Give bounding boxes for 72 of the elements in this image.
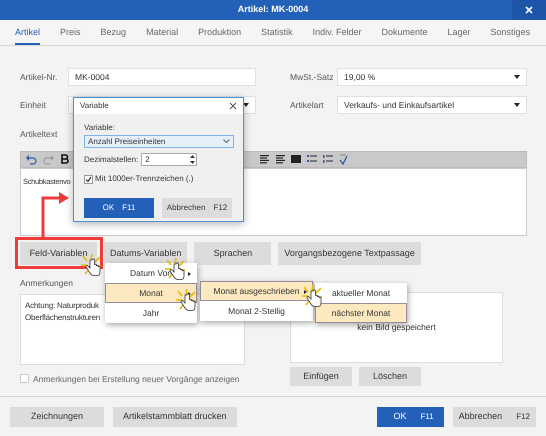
field-value: 19,00 % bbox=[344, 70, 376, 84]
variable-button[interactable]: Sprachen bbox=[194, 242, 272, 265]
shortcut-label: F12 bbox=[213, 203, 228, 212]
input-field[interactable]: MK-0004 bbox=[68, 68, 256, 86]
tab[interactable]: Material bbox=[146, 26, 178, 45]
field-value: Anzahl Preiseinheiten bbox=[88, 136, 166, 148]
field-value: Verkaufs- und Einkaufsartikel bbox=[344, 98, 456, 112]
field-label: MwSt.-Satz bbox=[290, 70, 334, 84]
tab[interactable]: Statistik bbox=[261, 26, 293, 45]
footer-button[interactable]: Zeichnungen bbox=[10, 406, 104, 426]
close-button[interactable] bbox=[512, 0, 546, 20]
dropdown-caret-icon[interactable] bbox=[514, 103, 520, 107]
undo-icon bbox=[25, 154, 37, 165]
annotation-arrow bbox=[39, 191, 71, 237]
field-label: Einheit bbox=[20, 98, 47, 112]
tab[interactable]: Sonstiges bbox=[490, 26, 530, 45]
spellcheck-icon bbox=[339, 154, 348, 165]
section-label: Artikeltext bbox=[20, 128, 58, 141]
spin-field[interactable]: 2 bbox=[141, 153, 198, 166]
empty-picture-text: kein Bild gespeichert bbox=[357, 320, 436, 334]
tab[interactable]: Produktion bbox=[198, 26, 242, 45]
field-value: MK-0004 bbox=[75, 70, 110, 84]
close-icon bbox=[525, 6, 533, 14]
variable-button[interactable]: Feld-Variablen bbox=[20, 242, 97, 265]
picture-button[interactable]: Einfügen bbox=[290, 366, 352, 386]
field-label: Variable: bbox=[84, 122, 116, 134]
menu-item[interactable]: Monat bbox=[105, 283, 197, 303]
spin-arrows-icon bbox=[189, 154, 196, 165]
tab[interactable]: Indiv. Felder bbox=[312, 26, 362, 45]
checkbox[interactable] bbox=[84, 174, 93, 184]
footer-button[interactable]: Abbrechen F12 bbox=[452, 406, 536, 426]
notes-line: Oberflächenstrukturen bbox=[25, 312, 100, 324]
justify-icon bbox=[291, 154, 301, 164]
dropdown-caret-icon[interactable] bbox=[514, 75, 520, 79]
select-field[interactable]: Verkaufs- und Einkaufsartikel bbox=[337, 96, 527, 114]
field-label: Artikelart bbox=[290, 98, 325, 112]
shortcut-label: F12 bbox=[516, 412, 530, 421]
menu-item[interactable]: Monat ausgeschrieben bbox=[200, 281, 313, 301]
bullet-list-icon bbox=[307, 154, 317, 164]
footer-button[interactable]: OK F11 bbox=[376, 406, 444, 426]
checkbox-label: Anmerkungen bei Erstellung neuer Vorgänge anzeigen bbox=[33, 372, 240, 386]
close-icon bbox=[229, 102, 237, 110]
bold-icon bbox=[61, 154, 69, 164]
select-field[interactable]: 19,00 % bbox=[337, 68, 527, 86]
dialog-button[interactable]: Abbrechen F12 bbox=[162, 198, 232, 218]
dialog-button[interactable]: OK F11 bbox=[84, 198, 154, 218]
chevron-down-icon bbox=[223, 139, 230, 144]
menu-item[interactable]: nächster Monat bbox=[315, 303, 407, 323]
redo-icon bbox=[43, 154, 55, 165]
checkbox-label: Mit 1000er-Trennzeichen (.) bbox=[95, 173, 194, 185]
section-label: Anmerkungen bbox=[20, 276, 74, 290]
menu-item[interactable]: Jahr bbox=[105, 303, 197, 323]
tab[interactable]: Bezug bbox=[100, 26, 126, 45]
field-label: Artikel-Nr. bbox=[20, 70, 58, 84]
picture-button[interactable]: Löschen bbox=[359, 366, 421, 386]
combo-field[interactable]: Anzahl Preiseinheiten bbox=[84, 135, 234, 148]
close-button[interactable] bbox=[229, 102, 237, 110]
tab[interactable]: Preis bbox=[60, 26, 81, 45]
shortcut-label: F11 bbox=[122, 203, 136, 212]
window-title: Artikel: MK-0004 bbox=[238, 3, 308, 16]
shortcut-label: F11 bbox=[420, 412, 434, 421]
tab[interactable]: Artikel bbox=[15, 26, 40, 45]
dialog-title: Variable bbox=[80, 100, 109, 112]
field-value: 2 bbox=[145, 154, 151, 166]
variable-button[interactable]: Datums-Variablen bbox=[104, 242, 188, 265]
footer-button[interactable]: Artikelstammblatt drucken bbox=[113, 406, 237, 426]
notes-line: Achtung: Naturproduk bbox=[25, 300, 99, 312]
variable-button[interactable]: Vorgangsbezogene Textpassage bbox=[278, 242, 421, 265]
numbered-list-icon bbox=[323, 154, 333, 164]
field-label: Dezimalstellen: bbox=[84, 154, 138, 166]
tab[interactable]: Lager bbox=[448, 26, 471, 45]
tab[interactable]: Dokumente bbox=[381, 26, 428, 45]
